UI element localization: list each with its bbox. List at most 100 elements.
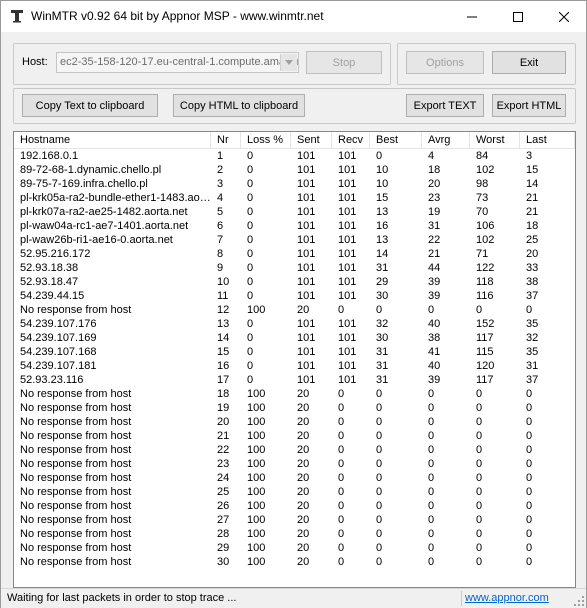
cell-worst: 0 [476,472,483,484]
cell-avrg: 23 [428,192,441,204]
export-text-button[interactable]: Export TEXT [406,94,484,117]
cell-last: 0 [526,444,533,456]
table-row[interactable]: pl-waw04a-rc1-ae7-1401.aorta.net 6 0 101 101… [14,219,575,233]
table-row[interactable]: pl-krk05a-ra2-bundle-ether1-1483.aor... 4… [14,191,575,205]
cell-loss: 0 [247,318,254,330]
cell-loss: 100 [247,542,266,554]
cell-best: 15 [376,192,389,204]
table-row[interactable]: 52.95.216.172 8 0 101 101 14 21 71 20 [14,247,575,261]
table-row[interactable]: No response from host 19 100 20 0 0 0 0 0 [14,401,575,415]
table-row[interactable]: 89-75-7-169.infra.chello.pl 3 0 101 101 10 20 9… [14,177,575,191]
chevron-down-icon[interactable] [280,54,297,71]
col-best[interactable]: Best [370,132,422,148]
col-worst[interactable]: Worst [470,132,520,148]
table-row[interactable]: No response from host 23 100 20 0 0 0 0 0 [14,457,575,471]
cell-sent: 20 [297,472,310,484]
table-row[interactable]: No response from host 28 100 20 0 0 0 0 0 [14,527,575,541]
col-nr[interactable]: Nr [211,132,241,148]
table-row[interactable]: 52.93.23.116 17 0 101 101 31 39 117 37 [14,373,575,387]
cell-recv: 0 [338,416,345,428]
col-avrg[interactable]: Avrg [422,132,470,148]
table-row[interactable]: 89-72-68-1.dynamic.chello.pl 2 0 101 101 10 18… [14,163,575,177]
table-row[interactable]: No response from host 27 100 20 0 0 0 0 0 [14,513,575,527]
close-button[interactable] [541,1,587,32]
cell-sent: 101 [297,178,316,190]
table-row[interactable]: No response from host 24 100 20 0 0 0 0 0 [14,471,575,485]
exit-button[interactable]: Exit [492,51,566,74]
table-row[interactable]: 54.239.44.15 11 0 101 101 30 39 116 37 [14,289,575,303]
cell-best: 31 [376,360,389,372]
cell-nr: 17 [217,374,230,386]
cell-hostname: 52.93.18.38 [20,262,79,274]
cell-worst: 84 [476,150,489,162]
cell-loss: 100 [247,556,266,568]
maximize-button[interactable] [495,1,541,32]
cell-best: 10 [376,178,389,190]
copy-html-button[interactable]: Copy HTML to clipboard [173,94,305,117]
cell-loss: 0 [247,220,254,232]
cell-recv: 101 [338,276,357,288]
table-row[interactable]: pl-krk07a-ra2-ae25-1482.aorta.net 5 0 101 10… [14,205,575,219]
table-row[interactable]: 192.168.0.1 1 0 101 101 0 4 84 3 [14,149,575,163]
cell-best: 0 [376,430,383,442]
cell-avrg: 0 [428,304,435,316]
cell-hostname: 89-75-7-169.infra.chello.pl [20,178,148,190]
table-row[interactable]: 54.239.107.181 16 0 101 101 31 40 120 31 [14,359,575,373]
cell-avrg: 0 [428,500,435,512]
table-row[interactable]: No response from host 25 100 20 0 0 0 0 0 [14,485,575,499]
cell-worst: 0 [476,416,483,428]
table-row[interactable]: 54.239.107.176 13 0 101 101 32 40 152 35 [14,317,575,331]
table-row[interactable]: No response from host 30 100 20 0 0 0 0 0 [14,555,575,569]
main-window: WinMTR v0.92 64 bit by Appnor MSP - www.… [0,0,587,608]
title-bar[interactable]: WinMTR v0.92 64 bit by Appnor MSP - www.… [1,1,586,32]
col-sent[interactable]: Sent [291,132,332,148]
table-row[interactable]: 54.239.107.169 14 0 101 101 30 38 117 32 [14,331,575,345]
cell-recv: 101 [338,318,357,330]
options-button[interactable]: Options [406,51,484,74]
col-hostname[interactable]: Hostname [14,132,211,148]
cell-loss: 0 [247,262,254,274]
cell-hostname: No response from host [20,402,132,414]
table-row[interactable]: 54.239.107.168 15 0 101 101 31 41 115 35 [14,345,575,359]
table-row[interactable]: 52.93.18.47 10 0 101 101 29 39 118 38 [14,275,575,289]
minimize-button[interactable] [449,1,495,32]
col-loss[interactable]: Loss % [241,132,291,148]
table-row[interactable]: No response from host 26 100 20 0 0 0 0 0 [14,499,575,513]
cell-loss: 0 [247,178,254,190]
table-row[interactable]: No response from host 21 100 20 0 0 0 0 0 [14,429,575,443]
export-html-button[interactable]: Export HTML [492,94,566,117]
table-row[interactable]: No response from host 20 100 20 0 0 0 0 0 [14,415,575,429]
cell-last: 0 [526,556,533,568]
table-row[interactable]: pl-waw26b-ri1-ae16-0.aorta.net 7 0 101 101 13… [14,233,575,247]
table-row[interactable]: No response from host 12 100 20 0 0 0 0 0 [14,303,575,317]
cell-hostname: 89-72-68-1.dynamic.chello.pl [20,164,162,176]
trace-table[interactable]: Hostname Nr Loss % Sent Recv Best Avrg W… [13,131,576,588]
cell-last: 0 [526,514,533,526]
table-row[interactable]: No response from host 29 100 20 0 0 0 0 0 [14,541,575,555]
cell-worst: 122 [476,262,495,274]
host-combobox[interactable]: ec2-35-158-120-17.eu-central-1.compute.a… [56,52,299,73]
cell-last: 0 [526,542,533,554]
cell-best: 0 [376,444,383,456]
cell-recv: 101 [338,192,357,204]
table-row[interactable]: 52.93.18.38 9 0 101 101 31 44 122 33 [14,261,575,275]
cell-recv: 101 [338,206,357,218]
cell-worst: 0 [476,556,483,568]
resize-grip-icon[interactable] [574,596,584,606]
appnor-link[interactable]: www.appnor.com [465,592,549,604]
col-last[interactable]: Last [520,132,575,148]
cell-worst: 0 [476,304,483,316]
copy-text-button[interactable]: Copy Text to clipboard [22,94,158,117]
cell-best: 10 [376,164,389,176]
col-recv[interactable]: Recv [332,132,370,148]
cell-avrg: 0 [428,416,435,428]
cell-sent: 101 [297,248,316,260]
cell-last: 0 [526,528,533,540]
cell-nr: 7 [217,234,224,246]
table-row[interactable]: No response from host 22 100 20 0 0 0 0 0 [14,443,575,457]
cell-best: 0 [376,458,383,470]
table-body: 192.168.0.1 1 0 101 101 0 4 84 3 89-72-68-1.dynam… [14,149,575,569]
cell-best: 0 [376,486,383,498]
stop-button[interactable]: Stop [306,51,382,74]
table-row[interactable]: No response from host 18 100 20 0 0 0 0 0 [14,387,575,401]
